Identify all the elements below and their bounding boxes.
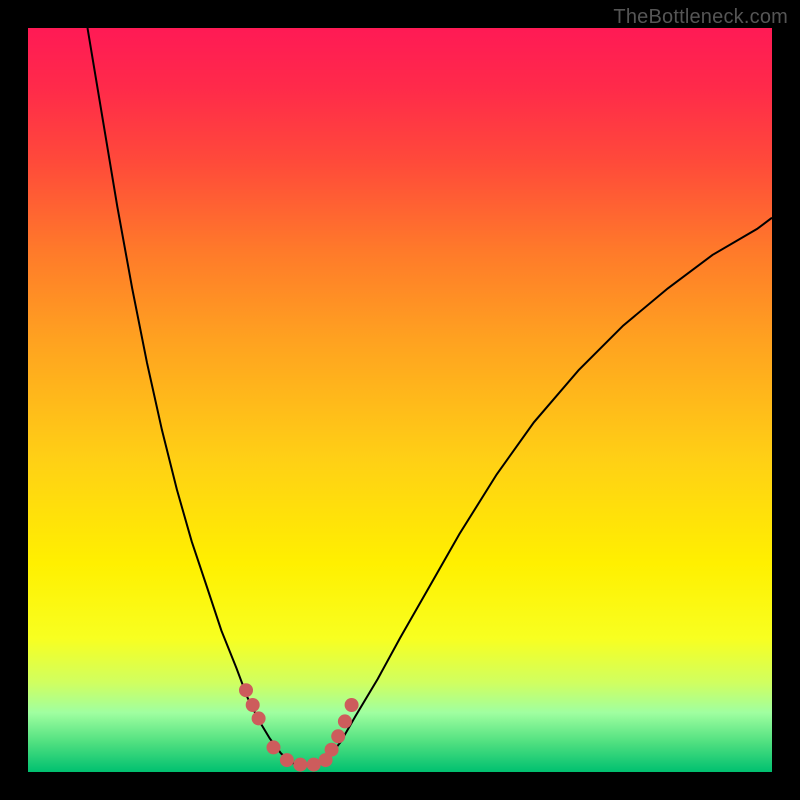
plot-area [28, 28, 772, 772]
highlight-dot [331, 729, 345, 743]
highlight-dot [345, 698, 359, 712]
watermark-text: TheBottleneck.com [613, 6, 788, 29]
highlight-dot [239, 683, 253, 697]
highlight-dot [267, 740, 281, 754]
highlight-dot [338, 714, 352, 728]
chart-frame: TheBottleneck.com [0, 0, 800, 800]
curve-layer [28, 28, 772, 772]
highlight-dots [239, 683, 359, 771]
highlight-dot [325, 743, 339, 757]
highlight-dot [293, 758, 307, 772]
curve-left-branch [88, 28, 326, 765]
highlight-dot [307, 758, 321, 772]
curve-right-branch [326, 218, 772, 761]
highlight-dot [246, 698, 260, 712]
highlight-dot [280, 753, 294, 767]
highlight-dot [252, 711, 266, 725]
